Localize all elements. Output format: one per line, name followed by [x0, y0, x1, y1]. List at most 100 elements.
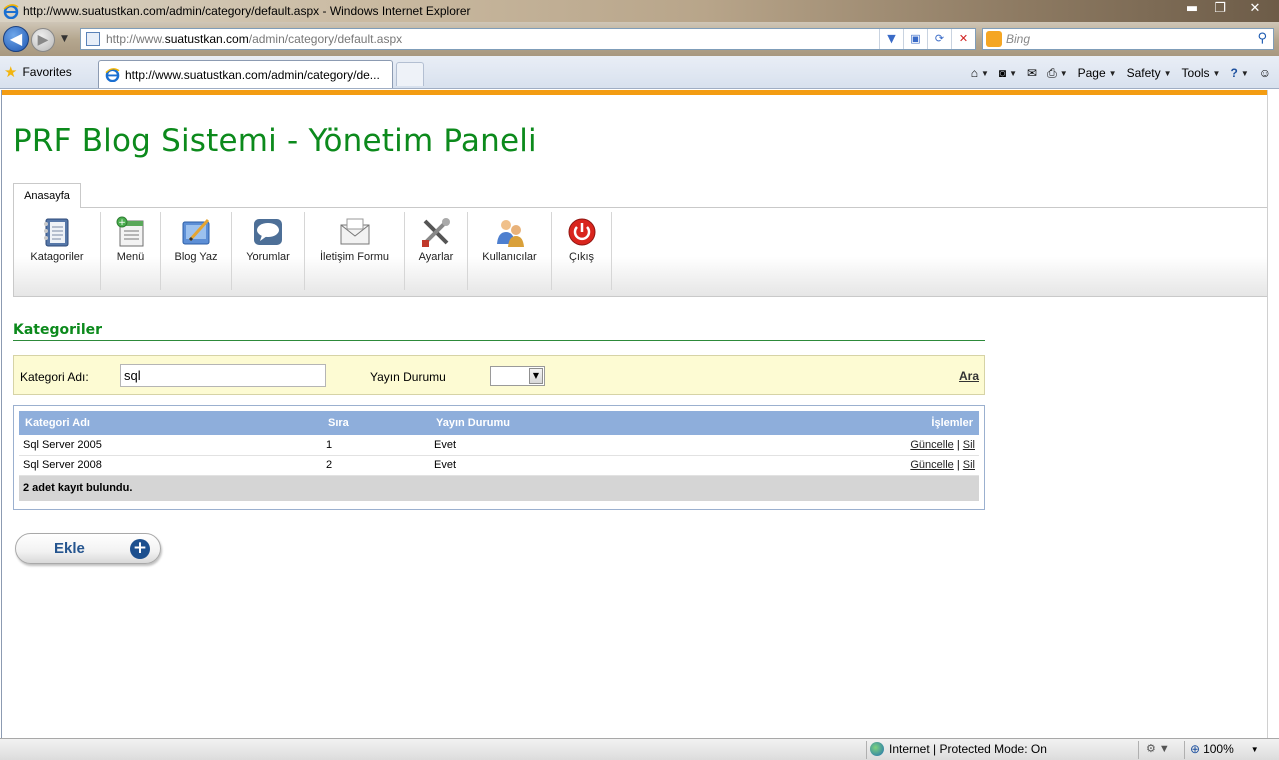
page-icon [86, 32, 100, 46]
category-grid: Kategori Adı Sıra Yayın Durumu İşlemler … [13, 405, 985, 510]
zoom-level: 100% [1203, 742, 1234, 756]
bing-logo-icon [986, 31, 1002, 47]
address-bar[interactable]: http://www.suatustkan.com/admin/category… [80, 28, 976, 50]
arrow-left-icon: ◀ [9, 29, 23, 48]
zoom-control[interactable]: ⊕ 100% ▼ [1190, 742, 1259, 756]
ribbon-button-kullanicilar[interactable]: Kullanıcılar [468, 212, 552, 290]
ribbon-button-cikis[interactable]: Çıkış [552, 212, 612, 290]
globe-icon [870, 742, 884, 756]
ie-logo-icon [3, 4, 19, 19]
new-tab-button[interactable] [396, 62, 424, 86]
ribbon-button-yorumlar[interactable]: Yorumlar [232, 212, 305, 290]
ribbon-button-ayarlar[interactable]: Ayarlar [405, 212, 468, 290]
column-header-actions: İşlemler [727, 411, 979, 435]
cell-actions: Güncelle | Sil [727, 455, 979, 476]
command-bar: ⌂ ▼ ◙ ▼ ✉ ⎙ ▼ Page ▼ Safety ▼ Tools ▼ ? ▼ ☺ [969, 62, 1273, 84]
search-icon[interactable]: ⚲ [1257, 31, 1267, 46]
ribbon-button-blog-yaz[interactable]: Blog Yaz [161, 212, 232, 290]
category-name-input[interactable]: sql [120, 364, 326, 387]
tools-icon [422, 218, 450, 247]
action-separator: | [956, 459, 960, 471]
menu-list-icon: + [116, 216, 143, 247]
vertical-scrollbar[interactable] [1267, 90, 1279, 738]
back-button[interactable]: ◀ [3, 26, 29, 52]
cell-name: Sql Server 2008 [19, 455, 322, 476]
page-content: PRF Blog Sistemi - Yönetim Paneli Anasay… [1, 90, 1268, 738]
ribbon-toolbar: Katagoriler + Menü Blog Yaz Yorumlar İle… [13, 207, 1268, 297]
ribbon-button-iletisim-formu[interactable]: İletişim Formu [305, 212, 405, 290]
column-header-status[interactable]: Yayın Durumu [430, 411, 728, 435]
cell-status: Evet [430, 435, 728, 456]
column-header-name[interactable]: Kategori Adı [19, 411, 322, 435]
recent-pages-dropdown[interactable]: ▼ [61, 34, 68, 44]
cell-order: 2 [322, 455, 430, 476]
status-separator [866, 741, 867, 759]
print-button[interactable]: ⎙ ▼ [1045, 66, 1070, 81]
research-button[interactable]: ☺ [1257, 66, 1273, 80]
refresh-button[interactable]: ⟳ [927, 29, 951, 49]
add-button-label: Ekle [54, 540, 85, 557]
column-header-order[interactable]: Sıra [322, 411, 430, 435]
rss-icon: ◙ [998, 66, 1007, 80]
tools-menu[interactable]: Tools ▼ [1180, 66, 1223, 80]
compatibility-view-button[interactable]: ▣ [903, 29, 927, 49]
publish-status-select[interactable]: ▼ [490, 366, 545, 386]
notebook-icon [44, 218, 69, 247]
page-menu[interactable]: Page ▼ [1076, 66, 1119, 80]
stop-icon: ✕ [958, 32, 969, 45]
page-title: PRF Blog Sistemi - Yönetim Paneli [13, 123, 537, 159]
favorites-label: Favorites [22, 65, 72, 79]
cell-actions: Güncelle | Sil [727, 435, 979, 456]
edit-link[interactable]: Güncelle [910, 459, 953, 471]
help-icon: ? [1230, 66, 1238, 80]
status-bar: Internet | Protected Mode: On ⚙ ▼ ⊕ 100%… [0, 738, 1279, 760]
ribbon-tab-anasayfa[interactable]: Anasayfa [13, 183, 81, 208]
refresh-icon: ⟳ [934, 32, 945, 45]
ribbon-button-katagoriler[interactable]: Katagoriler [14, 212, 101, 290]
table-row: Sql Server 2005 1 Evet Güncelle | Sil [19, 435, 979, 456]
table-row: Sql Server 2008 2 Evet Güncelle | Sil [19, 455, 979, 476]
section-divider [13, 340, 985, 341]
zoom-icon: ⊕ [1190, 742, 1201, 756]
ribbon-label: Kullanıcılar [482, 251, 537, 263]
ribbon-button-menu[interactable]: + Menü [101, 212, 161, 290]
research-icon: ☺ [1258, 66, 1271, 80]
address-url[interactable]: http://www.suatustkan.com/admin/category… [106, 32, 402, 46]
close-window-button[interactable]: ✕ [1235, 0, 1275, 18]
stop-button[interactable]: ✕ [951, 29, 975, 49]
safety-menu[interactable]: Safety ▼ [1125, 66, 1174, 80]
star-icon: ★ [4, 64, 18, 81]
search-link[interactable]: Ara [959, 369, 979, 383]
delete-link[interactable]: Sil [963, 459, 975, 471]
delete-link[interactable]: Sil [963, 439, 975, 451]
security-zone[interactable]: Internet | Protected Mode: On [870, 742, 1047, 756]
address-dropdown-button[interactable]: ▼ [879, 29, 903, 49]
search-box[interactable]: Bing ⚲ [982, 28, 1274, 50]
status-separator [1138, 741, 1139, 759]
restore-button[interactable]: ❐ [1207, 0, 1233, 18]
edit-link[interactable]: Güncelle [910, 439, 953, 451]
help-button[interactable]: ? ▼ [1228, 66, 1250, 80]
add-button[interactable]: Ekle + [15, 533, 161, 564]
publish-status-label: Yayın Durumu [370, 370, 446, 384]
home-button[interactable]: ⌂ ▼ [969, 66, 991, 80]
home-icon: ⌂ [970, 66, 978, 80]
ribbon-label: Katagoriler [30, 251, 84, 263]
filter-panel: Kategori Adı: sql Yayın Durumu ▼ Ara [13, 355, 985, 395]
browser-tab-active[interactable]: http://www.suatustkan.com/admin/category… [98, 60, 393, 88]
forward-button[interactable]: ▶ [31, 28, 55, 52]
mail-icon: ✉ [1027, 66, 1038, 80]
minimize-button[interactable]: ▬ [1179, 0, 1205, 18]
feeds-button[interactable]: ◙ ▼ [997, 66, 1019, 80]
favorites-button[interactable]: ★ Favorites [4, 61, 72, 83]
speech-bubble-icon [254, 219, 282, 245]
protected-mode-icon[interactable]: ⚙ ▼ [1146, 742, 1170, 755]
cell-status: Evet [430, 455, 728, 476]
window-titlebar: http://www.suatustkan.com/admin/category… [0, 0, 1279, 22]
ribbon-label: Blog Yaz [174, 251, 218, 263]
mail-button[interactable]: ✉ [1025, 66, 1039, 80]
tab-title: http://www.suatustkan.com/admin/category… [125, 67, 380, 82]
chevron-down-icon: ▼ [529, 368, 543, 384]
ribbon-label: Yorumlar [246, 251, 290, 263]
write-icon [182, 218, 210, 245]
